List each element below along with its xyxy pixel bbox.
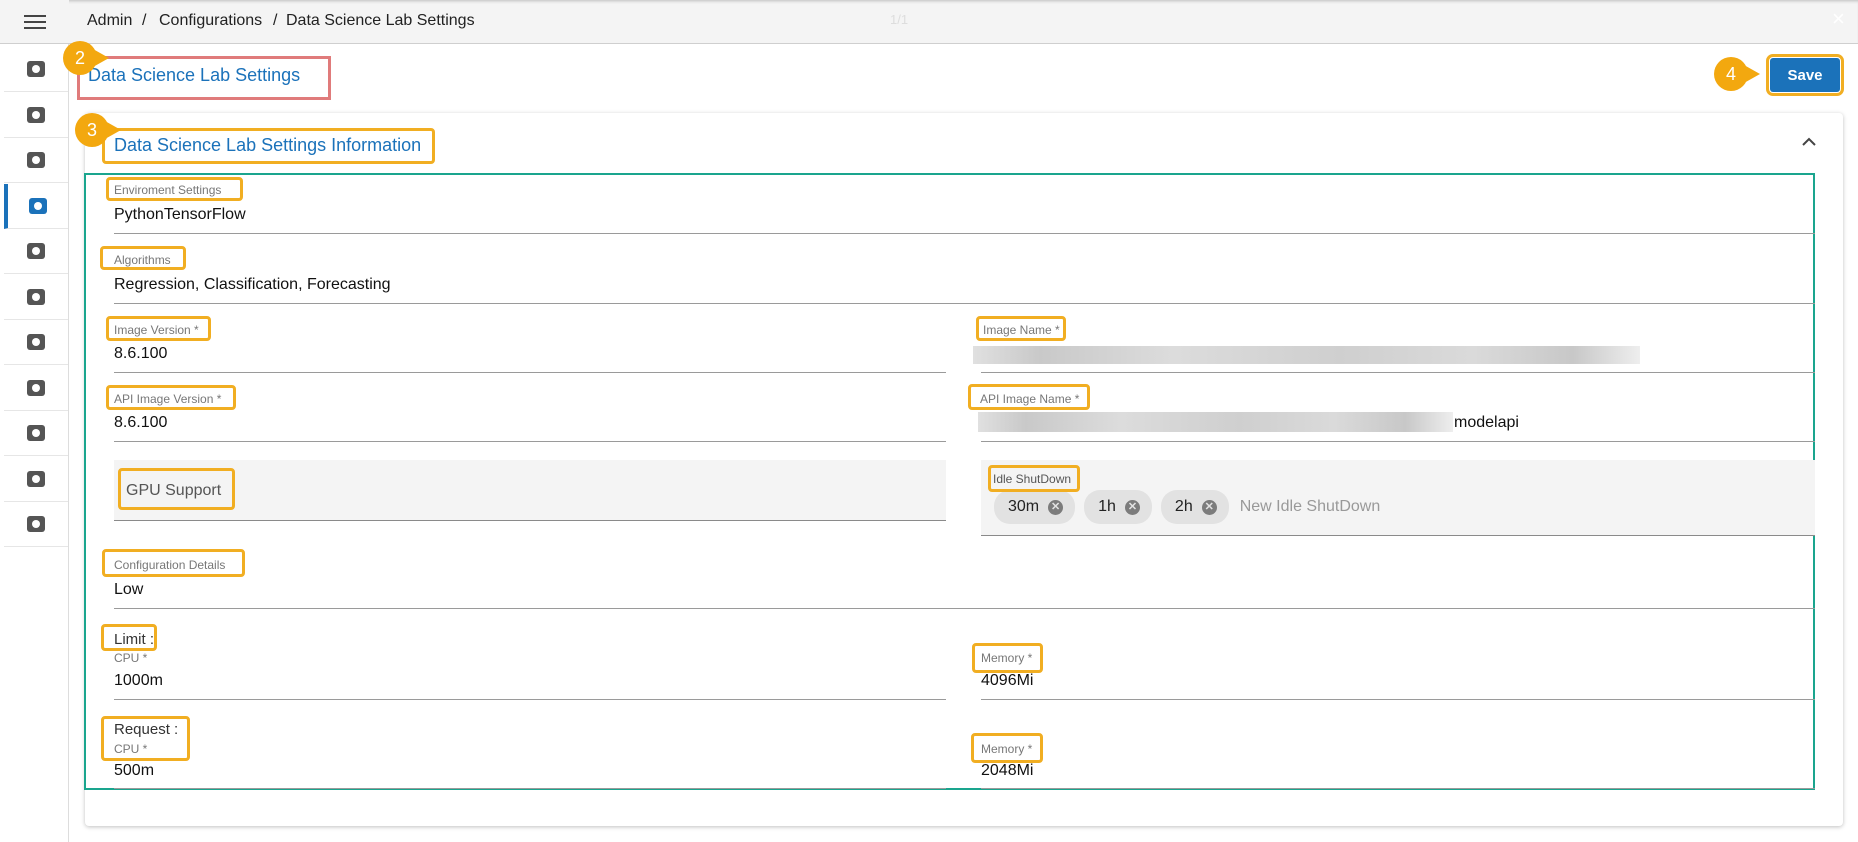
- network-cloud-icon: [27, 288, 45, 305]
- highlight: [102, 549, 245, 577]
- security-icon: [27, 152, 45, 168]
- sidebar-item-schedule-search[interactable]: [4, 411, 68, 456]
- top-bar: Admin / Configurations / Data Science La…: [0, 0, 1858, 44]
- sidebar-item-user-history[interactable]: [4, 502, 68, 547]
- close-icon[interactable]: ×: [1832, 6, 1845, 32]
- highlight: [976, 316, 1066, 341]
- annotation-badge: 4: [1714, 57, 1760, 91]
- chip-label: 30m: [1008, 498, 1040, 515]
- billing-icon: [27, 106, 45, 123]
- highlight: [106, 316, 211, 341]
- document-settings-icon: [27, 243, 45, 259]
- chip-2h: 2h ✕: [1160, 490, 1229, 524]
- highlight: [988, 465, 1080, 492]
- sidebar-item-server-alert[interactable]: [4, 457, 68, 502]
- title-highlight: [77, 56, 331, 100]
- sidebar: [0, 0, 69, 842]
- divider: [981, 441, 1815, 442]
- gpu-support-toggle[interactable]: GPU Support: [114, 460, 946, 521]
- breadcrumb-configurations[interactable]: Configurations: [159, 12, 262, 30]
- divider: [114, 699, 946, 700]
- sidebar-item-configurations[interactable]: [4, 183, 68, 229]
- section-highlight: [102, 128, 435, 164]
- divider: [114, 303, 1815, 304]
- sidebar-item-billing[interactable]: [4, 93, 68, 138]
- language-icon: [27, 334, 45, 350]
- highlight: [106, 385, 236, 410]
- highlight: [101, 624, 157, 651]
- page-counter: 1/1: [890, 12, 909, 27]
- highlight: [106, 177, 243, 201]
- menu-button[interactable]: [0, 0, 69, 44]
- request-memory-field[interactable]: 2048Mi: [981, 762, 1033, 780]
- api-image-name-field[interactable]: modelapi: [1454, 414, 1519, 432]
- config-details-field[interactable]: Low: [114, 581, 143, 599]
- env-field[interactable]: PythonTensorFlow: [114, 206, 246, 224]
- sidebar-item-security[interactable]: [4, 138, 68, 183]
- highlight: [971, 733, 1043, 763]
- chip-label: 2h: [1174, 498, 1193, 515]
- divider: [981, 699, 1815, 700]
- user-history-icon: [27, 516, 45, 532]
- breadcrumb-current: Data Science Lab Settings: [286, 12, 475, 29]
- divider: [981, 372, 1815, 373]
- sidebar-item-network-cloud[interactable]: [4, 275, 68, 320]
- api-image-name-redacted: [978, 412, 1453, 432]
- divider: [114, 372, 946, 373]
- chip-30m: 30m ✕: [994, 490, 1076, 524]
- highlight: [118, 468, 235, 510]
- limit-cpu-label: CPU *: [114, 651, 148, 665]
- hamburger-icon: [23, 14, 46, 29]
- divider: [114, 788, 946, 789]
- remove-chip-icon[interactable]: ✕: [1048, 499, 1064, 515]
- sidebar-item-document-settings[interactable]: [4, 229, 68, 274]
- new-idle-shutdown-input[interactable]: New Idle ShutDown: [1240, 498, 1381, 516]
- chip-label: 1h: [1098, 498, 1116, 515]
- highlight: [101, 716, 190, 761]
- annotation-badge: 2: [63, 41, 109, 75]
- chip-list: 30m ✕ 1h ✕ 2h ✕ New Idle ShutDown: [994, 490, 1380, 524]
- schedule-search-icon: [27, 425, 45, 441]
- request-cpu-field[interactable]: 500m: [114, 762, 154, 780]
- divider: [981, 788, 1815, 789]
- server-alert-icon: [27, 470, 45, 487]
- configurations-icon: [29, 197, 47, 214]
- remove-chip-icon[interactable]: ✕: [1201, 499, 1217, 515]
- chip-1h: 1h ✕: [1084, 490, 1152, 524]
- image-version-field[interactable]: 8.6.100: [114, 345, 167, 363]
- highlight: [968, 384, 1090, 410]
- limit-memory-field[interactable]: 4096Mi: [981, 672, 1033, 690]
- highlight: [972, 643, 1043, 673]
- save-button[interactable]: Save: [1766, 54, 1844, 96]
- admin-settings-icon: [27, 61, 45, 77]
- breadcrumb-sep: /: [142, 12, 147, 29]
- sidebar-item-admin-settings[interactable]: [4, 47, 68, 92]
- api-image-version-field[interactable]: 8.6.100: [114, 414, 167, 432]
- remove-chip-icon[interactable]: ✕: [1124, 499, 1140, 515]
- chevron-up-icon[interactable]: [1802, 137, 1816, 147]
- divider: [114, 441, 946, 442]
- idle-shutdown-field[interactable]: Idle ShutDown 30m ✕ 1h ✕ 2h ✕ New Idle Shut…: [981, 460, 1815, 536]
- breadcrumb-admin[interactable]: Admin: [87, 12, 132, 30]
- divider: [114, 233, 1815, 234]
- sidebar-item-language[interactable]: [4, 320, 68, 365]
- highlight: [100, 246, 186, 270]
- sidebar-item-certificate[interactable]: [4, 366, 68, 411]
- annotation-badge: 3: [75, 113, 121, 147]
- breadcrumb-sep: /: [273, 12, 278, 29]
- image-name-field-redacted[interactable]: [973, 346, 1640, 364]
- divider: [114, 608, 1815, 609]
- algorithms-field[interactable]: Regression, Classification, Forecasting: [114, 276, 391, 294]
- limit-cpu-field[interactable]: 1000m: [114, 672, 163, 690]
- certificate-icon: [27, 379, 45, 396]
